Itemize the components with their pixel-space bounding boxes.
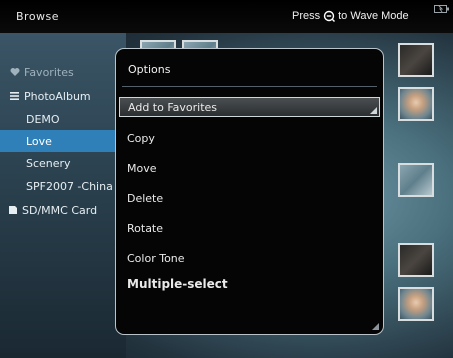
- photo-thumbnail[interactable]: [398, 87, 434, 121]
- sidebar-item-label: SD/MMC Card: [22, 203, 98, 217]
- menu-item-label: Rotate: [127, 221, 164, 235]
- wave-mode-hint: Press to Wave Mode: [292, 10, 409, 22]
- dialog-divider: [122, 86, 377, 87]
- menu-item-copy[interactable]: Copy: [119, 128, 380, 148]
- battery-icon: [434, 5, 449, 13]
- sidebar-item-label: Love: [26, 134, 52, 148]
- sidebar-item-label: DEMO: [26, 112, 60, 126]
- heart-icon: [10, 68, 20, 76]
- sidebar-item-label: Favorites: [24, 65, 74, 79]
- sidebar-item-label: Scenery: [26, 156, 71, 170]
- menu-item-rotate[interactable]: Rotate: [119, 218, 380, 238]
- menu-item-delete[interactable]: Delete: [119, 188, 380, 208]
- dialog-title: Options: [128, 63, 171, 76]
- menu-item-multiple-select[interactable]: Multiple-select: [119, 274, 380, 294]
- menu-item-label: Add to Favorites: [128, 100, 218, 114]
- card-icon: [9, 206, 17, 214]
- menu-item-label: Delete: [127, 191, 164, 205]
- photo-thumbnail[interactable]: [398, 43, 434, 77]
- corner-marker-icon: [370, 107, 377, 114]
- photo-frame-screen: Browse Press to Wave Mode Favorites Phot…: [0, 0, 453, 358]
- sidebar-item-sd-mmc-card[interactable]: SD/MMC Card: [0, 199, 134, 221]
- photo-thumbnail[interactable]: [398, 163, 434, 197]
- screen-title: Browse: [16, 10, 60, 23]
- menu-item-label: Multiple-select: [127, 277, 228, 291]
- menu-item-label: Move: [127, 161, 157, 175]
- resize-grip-icon: [372, 323, 379, 330]
- menu-item-add-to-favorites[interactable]: Add to Favorites: [119, 97, 380, 117]
- sidebar-item-label: PhotoAlbum: [24, 89, 91, 103]
- sidebar-item-label: SPF2007 -China: [26, 179, 113, 193]
- zoom-out-icon: [323, 10, 336, 22]
- menu-item-label: Copy: [127, 131, 155, 145]
- menu-item-color-tone[interactable]: Color Tone: [119, 248, 380, 268]
- hint-prefix: Press: [292, 10, 321, 22]
- photo-thumbnail[interactable]: [398, 287, 434, 321]
- top-bar: Browse Press to Wave Mode: [0, 0, 453, 33]
- options-dialog: Options Add to Favorites Copy Move Delet…: [115, 48, 384, 335]
- menu-item-move[interactable]: Move: [119, 158, 380, 178]
- hint-suffix: to Wave Mode: [338, 10, 409, 22]
- album-sidebar: Favorites PhotoAlbum DEMO Love Scenery S…: [0, 33, 152, 358]
- photo-thumbnail[interactable]: [398, 243, 434, 277]
- menu-item-label: Color Tone: [127, 251, 185, 265]
- list-icon: [10, 92, 19, 100]
